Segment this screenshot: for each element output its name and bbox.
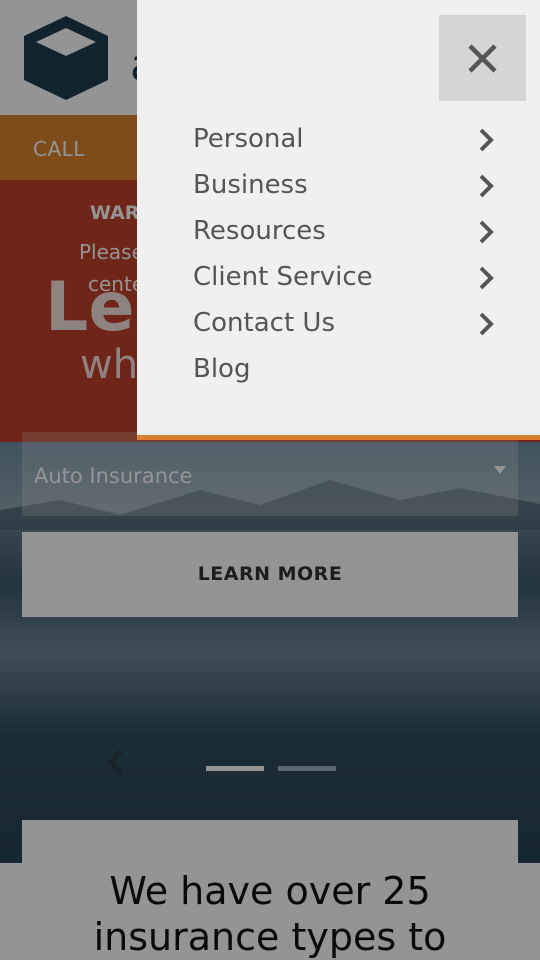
chevron-right-icon[interactable] — [478, 265, 494, 291]
menu-item-label: Blog — [193, 354, 251, 384]
menu-item-label: Client Service — [193, 262, 373, 292]
chevron-right-icon[interactable] — [478, 219, 494, 245]
nav-drawer: Personal Business Resources Client Servi… — [137, 0, 540, 440]
menu-item-label: Contact Us — [193, 308, 335, 338]
menu-item-personal[interactable]: Personal — [193, 118, 513, 164]
menu-item-label: Personal — [193, 124, 304, 154]
chevron-right-icon[interactable] — [478, 127, 494, 153]
close-menu-button[interactable] — [439, 15, 526, 101]
menu-item-label: Resources — [193, 216, 326, 246]
menu-item-label: Business — [193, 170, 308, 200]
menu-item-client-service[interactable]: Client Service — [193, 256, 513, 302]
menu-item-business[interactable]: Business — [193, 164, 513, 210]
menu-item-resources[interactable]: Resources — [193, 210, 513, 256]
nav-menu: Personal Business Resources Client Servi… — [193, 118, 513, 394]
menu-item-blog[interactable]: Blog — [193, 348, 513, 394]
chevron-right-icon[interactable] — [478, 173, 494, 199]
menu-item-contact-us[interactable]: Contact Us — [193, 302, 513, 348]
close-icon — [468, 44, 497, 73]
chevron-right-icon[interactable] — [478, 311, 494, 337]
